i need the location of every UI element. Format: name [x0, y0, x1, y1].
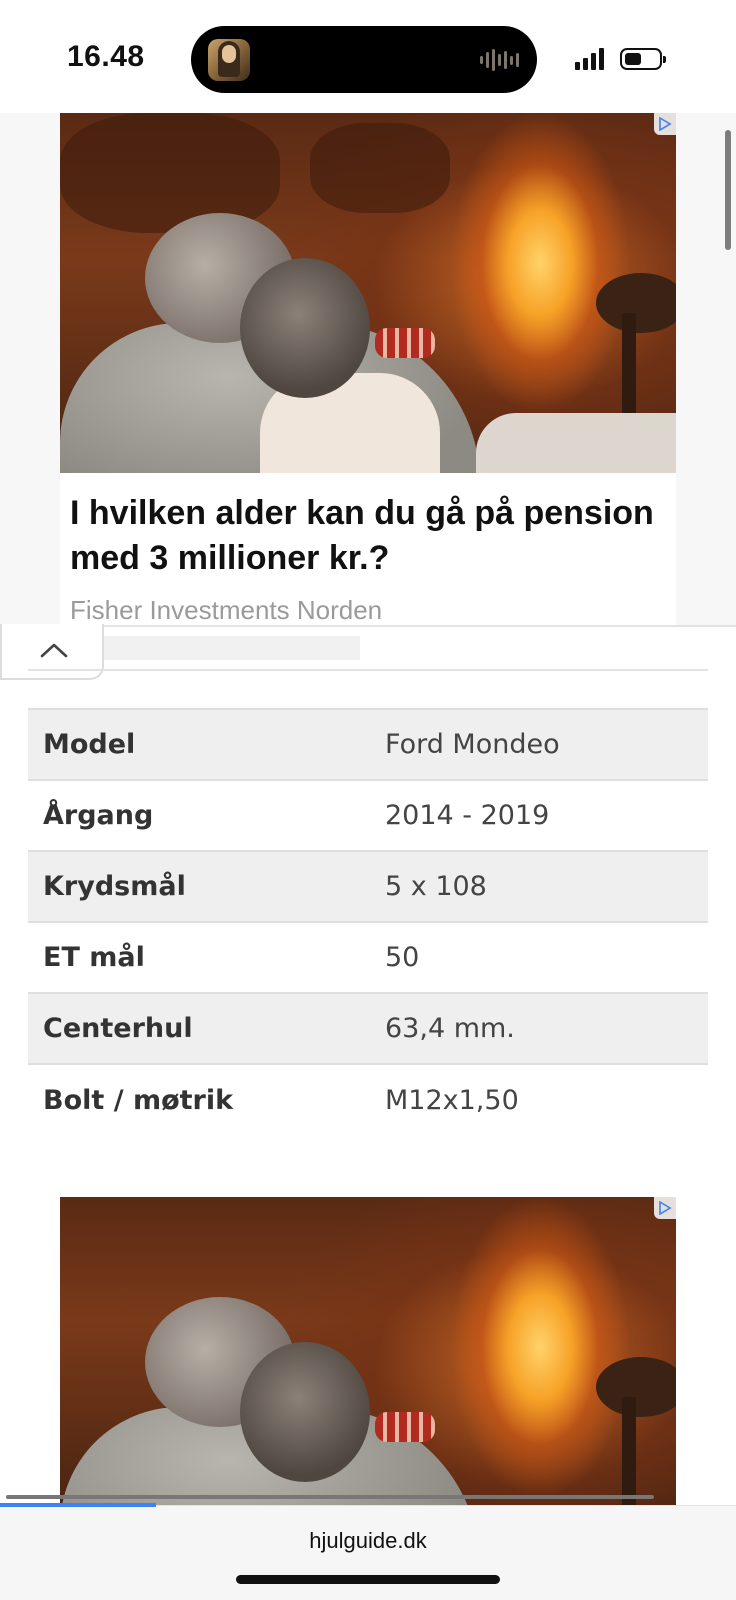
table-row: Krydsmål 5 x 108	[28, 851, 708, 922]
wheel-spec-table: Model Ford Mondeo Årgang 2014 - 2019 Kry…	[28, 708, 708, 1135]
ad-advertiser[interactable]: Fisher Investments Norden	[60, 581, 676, 626]
second-ad-image[interactable]	[60, 1197, 676, 1507]
adchoices-icon[interactable]	[654, 1197, 676, 1219]
clock: 16.48	[67, 40, 145, 73]
separator	[28, 669, 708, 671]
browser-address-bar[interactable]: hjulguide.dk	[0, 1505, 736, 1600]
chevron-up-icon	[40, 643, 68, 658]
ad-headline[interactable]: I hvilken alder kan du gå på pension med…	[60, 473, 676, 581]
now-playing-thumbnail-icon[interactable]	[208, 39, 250, 81]
spec-label: ET mål	[43, 942, 145, 973]
spec-label: Årgang	[43, 800, 154, 831]
status-bar: 16.48	[0, 0, 736, 113]
spec-value: Ford Mondeo	[385, 729, 560, 760]
spec-label: Krydsmål	[43, 871, 186, 902]
collapse-ad-button[interactable]	[0, 624, 104, 680]
placeholder-bar	[104, 636, 360, 660]
divider	[0, 625, 736, 627]
spec-value: 2014 - 2019	[385, 800, 550, 831]
ad-image[interactable]	[60, 113, 676, 473]
spec-value: 50	[385, 942, 420, 973]
table-row: Model Ford Mondeo	[28, 709, 708, 780]
sponsored-ad[interactable]: I hvilken alder kan du gå på pension med…	[0, 113, 736, 625]
home-indicator[interactable]	[236, 1575, 500, 1584]
spec-value: 5 x 108	[385, 871, 487, 902]
table-row: Bolt / møtrik M12x1,50	[28, 1064, 708, 1135]
url-label[interactable]: hjulguide.dk	[0, 1528, 736, 1554]
audio-waveform-icon	[480, 48, 519, 72]
spec-value: M12x1,50	[385, 1084, 519, 1116]
table-row: ET mål 50	[28, 922, 708, 993]
scroll-indicator	[6, 1495, 654, 1499]
table-row: Centerhul 63,4 mm.	[28, 993, 708, 1064]
page-load-progress	[0, 1503, 156, 1507]
dynamic-island[interactable]	[191, 26, 537, 93]
spec-label: Centerhul	[43, 1013, 193, 1044]
table-row: Årgang 2014 - 2019	[28, 780, 708, 851]
ad-card[interactable]: I hvilken alder kan du gå på pension med…	[60, 113, 676, 625]
spec-value: 63,4 mm.	[385, 1013, 515, 1044]
spec-label: Bolt / møtrik	[43, 1084, 234, 1116]
spec-label: Model	[43, 729, 136, 760]
cellular-signal-icon	[575, 48, 604, 70]
adchoices-icon[interactable]	[654, 113, 676, 135]
battery-icon	[620, 48, 666, 70]
scrollbar[interactable]	[725, 130, 731, 250]
